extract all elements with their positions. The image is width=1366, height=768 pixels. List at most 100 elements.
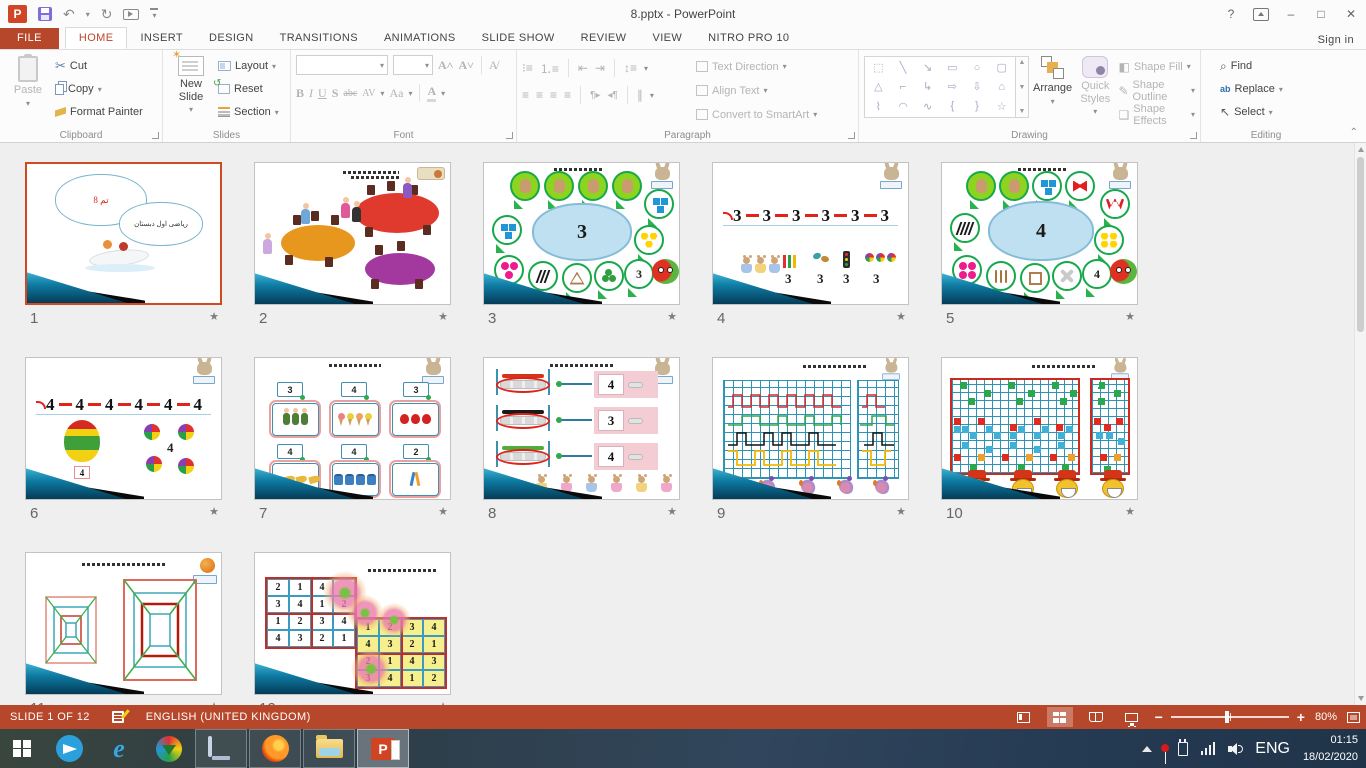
clipboard-dialog-launcher-icon[interactable]: [152, 132, 159, 139]
shape-outline-button[interactable]: ✎Shape Outline▾: [1118, 80, 1195, 101]
replace-button[interactable]: abReplace▾: [1220, 79, 1283, 99]
tab-view[interactable]: VIEW: [639, 28, 695, 49]
collapse-ribbon-icon[interactable]: ⌃: [1350, 127, 1358, 138]
help-icon[interactable]: ?: [1216, 7, 1246, 21]
change-case-button[interactable]: Aa: [389, 86, 403, 101]
font-size-combo[interactable]: ▾: [393, 55, 433, 75]
strikethrough-button[interactable]: abc: [343, 88, 357, 99]
tray-expand-icon[interactable]: [1142, 746, 1152, 752]
language-indicator[interactable]: ENGLISH (UNITED KINGDOM): [146, 711, 311, 723]
tab-transitions[interactable]: TRANSITIONS: [267, 28, 371, 49]
quick-styles-button[interactable]: Quick Styles ▾: [1076, 53, 1114, 126]
align-text-button[interactable]: Align Text▾: [696, 80, 817, 101]
shape-fill-button[interactable]: ◧Shape Fill▾: [1118, 56, 1195, 77]
slide-thumbnail-9[interactable]: [712, 357, 909, 500]
italic-button[interactable]: I: [309, 86, 313, 101]
reading-view-button[interactable]: [1083, 707, 1109, 727]
close-icon[interactable]: ✕: [1336, 7, 1366, 21]
zoom-percentage[interactable]: 80%: [1315, 711, 1337, 723]
numbering-icon[interactable]: ⒈≡: [540, 60, 559, 77]
layout-button[interactable]: Layout▾: [218, 56, 279, 76]
taskbar-item-idm[interactable]: [144, 729, 194, 768]
tab-animations[interactable]: ANIMATIONS: [371, 28, 469, 49]
slide-thumbnail-6[interactable]: 4 4 4 4 4 4 4 4: [25, 357, 222, 500]
zoom-in-button[interactable]: +: [1297, 709, 1305, 725]
zoom-slider[interactable]: − +: [1155, 709, 1305, 725]
save-icon[interactable]: [38, 7, 52, 21]
character-spacing-button[interactable]: AV: [362, 88, 375, 99]
shapes-gallery[interactable]: ⬚╲↘▭○▢ △⌐↳⇨⇩⌂ ⌇◠∿{}☆: [864, 56, 1016, 118]
power-plug-icon[interactable]: [1178, 742, 1188, 756]
minimize-icon[interactable]: –: [1276, 7, 1306, 21]
bold-button[interactable]: B: [296, 86, 304, 101]
slideshow-view-button[interactable]: [1119, 707, 1145, 727]
shapes-more-icon[interactable]: ▼: [1019, 108, 1026, 115]
shapes-scroll-up-icon[interactable]: ▲: [1019, 59, 1026, 66]
ribbon-display-options-icon[interactable]: [1253, 8, 1269, 21]
scrollbar-thumb[interactable]: [1357, 157, 1364, 332]
decrease-indent-icon[interactable]: ⇤: [578, 61, 588, 75]
tab-slide-show[interactable]: SLIDE SHOW: [469, 28, 568, 49]
taskbar-item-firefox[interactable]: [249, 729, 301, 768]
tab-home[interactable]: HOME: [65, 27, 128, 49]
volume-icon[interactable]: [1228, 742, 1242, 756]
align-left-icon[interactable]: ≡: [522, 88, 529, 102]
language-abbreviation[interactable]: ENG: [1255, 740, 1290, 758]
spell-check-icon[interactable]: [112, 711, 124, 723]
bullets-icon[interactable]: ⁝≡: [522, 61, 533, 75]
normal-view-button[interactable]: [1011, 707, 1037, 727]
reset-button[interactable]: Reset: [218, 79, 279, 99]
copy-button[interactable]: Copy▾: [55, 79, 143, 99]
new-slide-button[interactable]: New Slide ▾: [168, 53, 214, 126]
clear-formatting-icon[interactable]: A̸: [489, 58, 498, 73]
taskbar-item-internet-explorer[interactable]: e: [94, 729, 144, 768]
slide-thumbnail-8[interactable]: 4 3 4: [483, 357, 680, 500]
slide-thumbnail-2[interactable]: [254, 162, 451, 305]
ltr-direction-icon[interactable]: ¶▸: [590, 90, 600, 101]
taskbar-item-powerpoint[interactable]: P: [357, 729, 409, 768]
slide-thumbnail-5[interactable]: 4 4: [941, 162, 1138, 305]
slide-thumbnail-11[interactable]: [25, 552, 222, 695]
slide-thumbnail-3[interactable]: 3 3: [483, 162, 680, 305]
undo-dropdown-icon[interactable]: ▾: [86, 10, 90, 19]
zoom-out-button[interactable]: −: [1155, 709, 1163, 725]
line-spacing-icon[interactable]: ↕≡: [624, 61, 637, 75]
shapes-gallery-scrollbar[interactable]: ▲ ▼ ▼: [1016, 56, 1029, 118]
find-button[interactable]: ⌕Find: [1220, 56, 1283, 76]
tab-review[interactable]: REVIEW: [568, 28, 640, 49]
network-signal-icon[interactable]: [1201, 742, 1216, 755]
font-color-button[interactable]: A: [427, 84, 436, 102]
slide-thumbnail-10[interactable]: [941, 357, 1138, 500]
justify-icon[interactable]: ≡: [564, 88, 571, 102]
fit-slide-to-window-icon[interactable]: [1347, 712, 1360, 723]
paste-button[interactable]: Paste ▾: [5, 53, 51, 126]
start-slideshow-icon[interactable]: [123, 9, 139, 20]
scroll-down-icon[interactable]: [1358, 696, 1364, 701]
grow-font-icon[interactable]: A˄: [438, 58, 454, 73]
undo-icon[interactable]: ↶: [63, 7, 75, 21]
redo-icon[interactable]: ↻: [101, 7, 113, 21]
taskbar-item-telegram[interactable]: [44, 729, 94, 768]
align-right-icon[interactable]: ≡: [550, 88, 557, 102]
underline-button[interactable]: U: [318, 86, 327, 101]
increase-indent-icon[interactable]: ⇥: [595, 61, 605, 75]
vertical-scrollbar[interactable]: [1354, 143, 1366, 705]
slide-thumbnail-1[interactable]: تم 8 ریاضی اول دبستان: [25, 162, 222, 305]
slide-thumbnail-4[interactable]: 3 3 3 3 3 3 3: [712, 162, 909, 305]
text-shadow-button[interactable]: S: [332, 86, 339, 101]
powerpoint-app-icon[interactable]: P: [8, 5, 27, 23]
zoom-thumb[interactable]: [1225, 711, 1229, 723]
tab-design[interactable]: DESIGN: [196, 28, 267, 49]
columns-icon[interactable]: ∥: [637, 88, 643, 102]
text-direction-button[interactable]: Text Direction▾: [696, 56, 817, 77]
shape-effects-button[interactable]: ❑Shape Effects▾: [1118, 104, 1195, 125]
drawing-dialog-launcher-icon[interactable]: [1190, 132, 1197, 139]
align-center-icon[interactable]: ≡: [536, 88, 543, 102]
format-painter-button[interactable]: Format Painter: [55, 102, 143, 122]
rtl-direction-icon[interactable]: ◂¶: [607, 90, 617, 101]
paragraph-dialog-launcher-icon[interactable]: [848, 132, 855, 139]
tab-nitro-pro[interactable]: NITRO PRO 10: [695, 28, 802, 49]
maximize-icon[interactable]: □: [1306, 7, 1336, 21]
sign-in-link[interactable]: Sign in: [1318, 34, 1354, 46]
slide-thumbnail-12[interactable]: 214 3412 1234 4321 1234 4321 2143 3412: [254, 552, 451, 695]
